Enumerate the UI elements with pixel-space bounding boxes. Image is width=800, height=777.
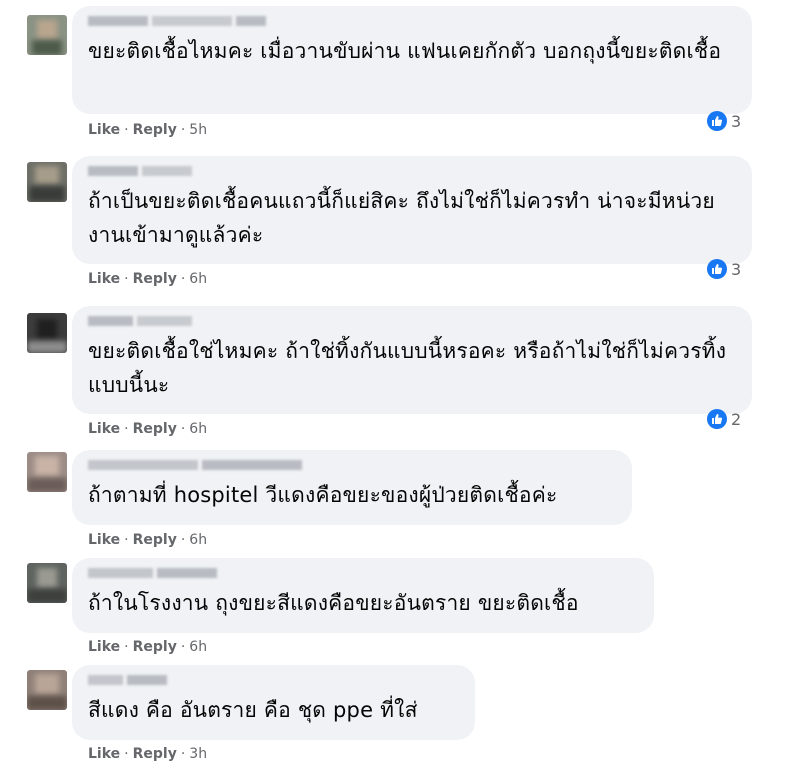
avatar[interactable] xyxy=(27,563,67,603)
like-link[interactable]: Like xyxy=(88,532,120,548)
separator: · xyxy=(180,122,186,138)
timestamp[interactable]: 6h xyxy=(189,271,207,287)
avatar[interactable] xyxy=(27,452,67,492)
comment-actions: Like · Reply · 3h xyxy=(88,746,207,762)
separator: · xyxy=(124,271,129,287)
timestamp[interactable]: 3h xyxy=(189,746,207,762)
reply-link[interactable]: Reply xyxy=(133,122,177,138)
comment-bubble: สีแดง คือ อันตราย คือ ชุด ppe ที่ใส่ xyxy=(72,665,475,740)
thumbs-up-icon xyxy=(707,111,727,131)
like-link[interactable]: Like xyxy=(88,271,120,287)
reaction-count[interactable]: 2 xyxy=(707,409,741,429)
avatar[interactable] xyxy=(27,313,67,353)
reaction-number: 3 xyxy=(731,111,742,131)
reply-link[interactable]: Reply xyxy=(133,746,177,762)
avatar[interactable] xyxy=(27,162,67,202)
comment-text: สีแดง คือ อันตราย คือ ชุด ppe ที่ใส่ xyxy=(88,698,418,722)
comment-bubble: ขยะติดเชื้อไหมคะ เมื่อวานขับผ่าน แฟนเคยก… xyxy=(72,6,752,114)
comment-actions: Like · Reply · 6h xyxy=(88,639,207,655)
like-link[interactable]: Like xyxy=(88,421,120,437)
reaction-number: 3 xyxy=(731,259,742,279)
comment-text: ถ้าตามที่ hospitel วีแดงคือขยะของผู้ป่วย… xyxy=(88,483,558,507)
like-link[interactable]: Like xyxy=(88,122,120,138)
separator: · xyxy=(180,746,186,762)
reaction-number: 2 xyxy=(731,409,742,429)
comment-text: ถ้าในโรงงาน ถุงขยะสีแดงคือขยะอันตราย ขยะ… xyxy=(88,591,579,615)
comment-text: ขยะติดเชื้อไหมคะ เมื่อวานขับผ่าน แฟนเคยก… xyxy=(88,39,722,63)
reaction-count[interactable]: 3 xyxy=(707,111,741,131)
author-name[interactable] xyxy=(88,16,734,26)
like-link[interactable]: Like xyxy=(88,746,120,762)
reaction-count[interactable]: 3 xyxy=(707,259,741,279)
separator: · xyxy=(124,639,129,655)
comment-actions: Like · Reply · 5h xyxy=(88,122,207,138)
comment-bubble: ถ้าในโรงงาน ถุงขยะสีแดงคือขยะอันตราย ขยะ… xyxy=(72,558,654,633)
timestamp[interactable]: 6h xyxy=(189,639,207,655)
author-name[interactable] xyxy=(88,166,734,176)
comment-actions: Like · Reply · 6h xyxy=(88,271,207,287)
author-name[interactable] xyxy=(88,316,734,326)
separator: · xyxy=(124,421,129,437)
comment-bubble: ถ้าตามที่ hospitel วีแดงคือขยะของผู้ป่วย… xyxy=(72,450,632,525)
comment-bubble: ขยะติดเชื้อใช่ไหมคะ ถ้าใช่ทิ้งกันแบบนี้ห… xyxy=(72,306,752,414)
separator: · xyxy=(124,746,129,762)
timestamp[interactable]: 6h xyxy=(189,421,207,437)
comment-actions: Like · Reply · 6h xyxy=(88,532,207,548)
comment-actions: Like · Reply · 6h xyxy=(88,421,207,437)
separator: · xyxy=(124,122,129,138)
avatar[interactable] xyxy=(27,15,67,55)
thumbs-up-icon xyxy=(707,259,727,279)
separator: · xyxy=(180,532,186,548)
separator: · xyxy=(180,421,186,437)
comment-text: ถ้าเป็นขยะติดเชื้อคนแถวนี้ก็แย่สิคะ ถึงไ… xyxy=(88,189,715,247)
author-name[interactable] xyxy=(88,460,614,470)
avatar[interactable] xyxy=(27,670,67,710)
comment-text: ขยะติดเชื้อใช่ไหมคะ ถ้าใช่ทิ้งกันแบบนี้ห… xyxy=(88,339,727,397)
author-name[interactable] xyxy=(88,675,457,685)
reply-link[interactable]: Reply xyxy=(133,639,177,655)
comment-bubble: ถ้าเป็นขยะติดเชื้อคนแถวนี้ก็แย่สิคะ ถึงไ… xyxy=(72,156,752,264)
reply-link[interactable]: Reply xyxy=(133,271,177,287)
separator: · xyxy=(124,532,129,548)
separator: · xyxy=(180,271,186,287)
timestamp[interactable]: 6h xyxy=(189,532,207,548)
author-name[interactable] xyxy=(88,568,636,578)
separator: · xyxy=(180,639,186,655)
timestamp[interactable]: 5h xyxy=(189,122,207,138)
thumbs-up-icon xyxy=(707,409,727,429)
reply-link[interactable]: Reply xyxy=(133,532,177,548)
reply-link[interactable]: Reply xyxy=(133,421,177,437)
like-link[interactable]: Like xyxy=(88,639,120,655)
